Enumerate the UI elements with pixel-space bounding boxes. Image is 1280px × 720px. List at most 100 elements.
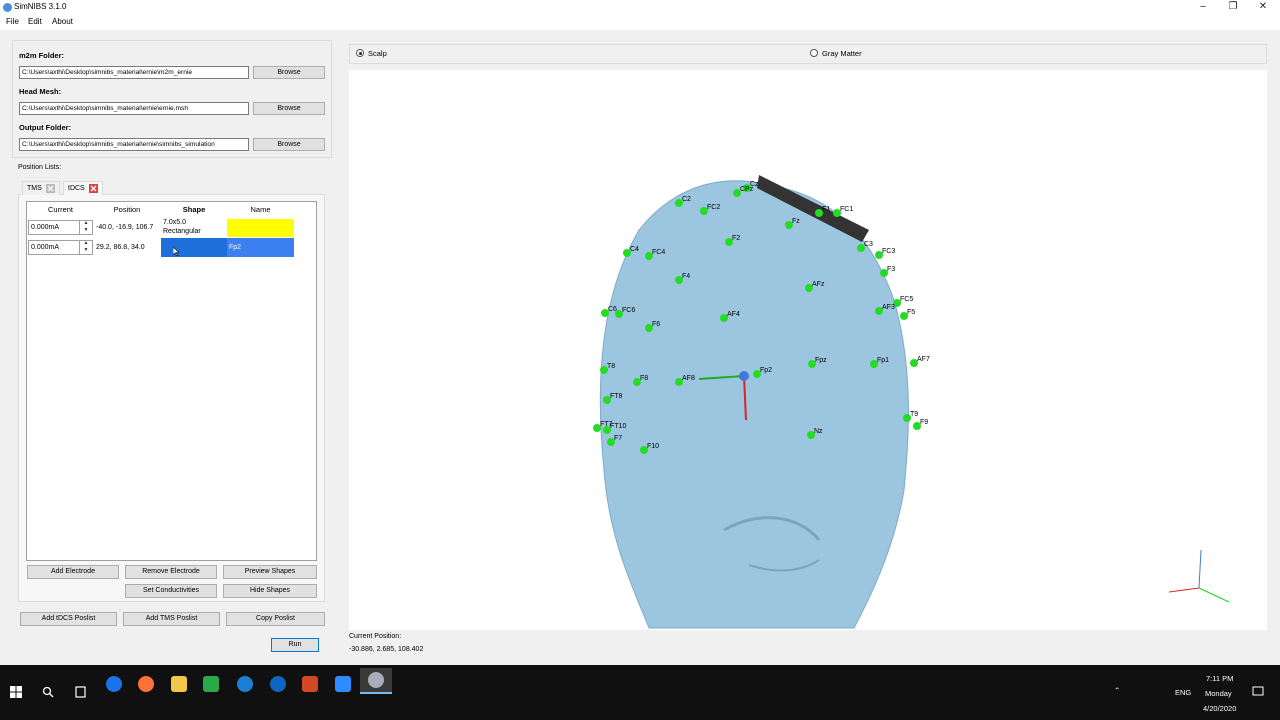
title-bar: SimNIBS 3.1.0 – ❐ ✕ [0, 0, 1280, 15]
file-explorer-icon[interactable] [171, 676, 187, 692]
position-lists-label: Position Lists: [18, 164, 62, 171]
3d-viewport[interactable]: Cz CPz C2 FC2 FC1 Fz C3 FC3 F3 F2 FC4 C4 F4 AFz FC5 F5 A… [349, 70, 1267, 630]
electrode-label-ft8: FT8 [610, 393, 623, 400]
electrode-label-t9: T9 [910, 411, 918, 418]
search-icon[interactable] [42, 686, 54, 698]
app-icon-green[interactable] [203, 676, 219, 692]
start-icon[interactable] [10, 686, 22, 698]
app-icon-1[interactable] [106, 676, 122, 692]
name-cell-selected[interactable]: Fp2 [227, 238, 294, 257]
electrode-label-f9: F9 [920, 419, 928, 426]
tab-tms-label: TMS [27, 185, 42, 192]
electrode-label-c4: C4 [630, 246, 639, 253]
electrode-label-ft10: FT10 [610, 423, 626, 430]
window-title: SimNIBS 3.1.0 [14, 2, 67, 11]
electrode-label-f5: F5 [907, 309, 915, 316]
tab-tdcs-label: tDCS [68, 185, 85, 192]
electrode-label-c6: C6 [608, 306, 617, 313]
electrode-label-fp1: Fp1 [877, 357, 889, 364]
electrode-label-afz: AFz [812, 281, 825, 288]
zoom-icon[interactable] [335, 676, 351, 692]
run-button[interactable]: Run [271, 638, 319, 652]
shape-cell-size[interactable]: 7.0x5.0 [163, 219, 186, 226]
current-position-value: -30.886, 2.685, 108.402 [349, 646, 424, 653]
electrode-label-af8: AF8 [682, 375, 695, 382]
clock-day[interactable]: Monday [1205, 689, 1232, 698]
electrode-label-c3: C3 [864, 241, 873, 248]
tab-tdcs[interactable]: tDCS [63, 181, 103, 195]
clock-date[interactable]: 4/20/2020 [1203, 704, 1236, 713]
current-position-label: Current Position: [349, 633, 402, 640]
name-cell-yellow[interactable] [227, 219, 294, 237]
electrode-label-fc5: FC5 [900, 296, 913, 303]
menu-about[interactable]: About [52, 17, 73, 26]
language-indicator[interactable]: ENG [1175, 688, 1191, 697]
task-view-icon[interactable] [74, 686, 87, 698]
m2m-browse-button[interactable]: Browse [253, 66, 325, 79]
minimize-button[interactable]: – [1188, 0, 1218, 15]
current-stepper[interactable]: ▲ ▼ [79, 240, 92, 255]
preview-shapes-button[interactable]: Preview Shapes [223, 565, 317, 579]
electrode-label-f1: F1 [822, 206, 830, 213]
electrode-label-ft7: FT7 [600, 421, 613, 428]
m2m-folder-input[interactable]: C:\Users\axthi\Desktop\simnibs_material\… [19, 66, 249, 79]
electrode-label-c2: C2 [682, 196, 691, 203]
column-header-shape: Shape [182, 205, 206, 214]
clock-time[interactable]: 7:11 PM [1206, 674, 1233, 683]
add-electrode-button[interactable]: Add Electrode [27, 565, 119, 579]
firefox-icon[interactable] [138, 676, 154, 692]
maximize-button[interactable]: ❐ [1218, 0, 1248, 15]
scalp-label: Scalp [368, 49, 387, 58]
head-mesh-label: Head Mesh: [19, 87, 62, 96]
electrode-label-fc6: FC6 [622, 307, 635, 314]
position-cell[interactable]: 29.2, 86.8, 34.0 [96, 244, 145, 251]
gray-matter-radio[interactable] [810, 49, 818, 57]
ie-icon[interactable] [270, 676, 286, 692]
powerpoint-icon[interactable] [302, 676, 318, 692]
notifications-icon[interactable] [1252, 686, 1264, 698]
electrode-label-f7: F7 [614, 435, 622, 442]
electrode-markers-layer[interactable]: CzCPzC2FC2 FC1FzC3FC3F3F2FC4C4F4AFzFC5F5A… [349, 70, 1267, 630]
position-cell[interactable]: -40.0, -16.9, 106.7 [96, 224, 153, 231]
edge-icon[interactable] [237, 676, 253, 692]
electrode-label-f4: F4 [682, 273, 690, 280]
electrode-label-fc1: FC1 [840, 206, 853, 213]
set-conductivities-button[interactable]: Set Conductivities [125, 584, 217, 598]
electrode-label-t8: T8 [607, 363, 615, 370]
electrode-label-fp2: Fp2 [760, 367, 772, 374]
column-header-name: Name [250, 205, 271, 214]
remove-electrode-button[interactable]: Remove Electrode [125, 565, 217, 579]
add-tdcs-poslist-button[interactable]: Add tDCS Poslist [20, 612, 117, 626]
hide-shapes-button[interactable]: Hide Shapes [223, 584, 317, 598]
head-mesh-input[interactable]: C:\Users\axthi\Desktop\simnibs_material\… [19, 102, 249, 115]
menu-edit[interactable]: Edit [28, 17, 42, 26]
close-button[interactable]: ✕ [1248, 0, 1278, 15]
output-folder-input[interactable]: C:\Users\axthi\Desktop\simnibs_material\… [19, 138, 249, 151]
electrode-label-af7: AF7 [917, 356, 930, 363]
add-tms-poslist-button[interactable]: Add TMS Poslist [123, 612, 220, 626]
electrode-label-f8: F8 [640, 375, 648, 382]
tab-close-icon[interactable] [88, 183, 98, 193]
shape-cell-selected[interactable] [161, 238, 227, 257]
current-stepper[interactable]: ▲ ▼ [79, 220, 92, 235]
column-header-current: Current [47, 205, 73, 214]
menu-file[interactable]: File [6, 17, 19, 26]
mouse-cursor-icon [173, 247, 179, 256]
tab-close-icon[interactable] [45, 183, 55, 193]
simnibs-icon [368, 672, 384, 688]
view-selector-panel [349, 44, 1267, 64]
m2m-folder-label: m2m Folder: [19, 51, 65, 60]
column-header-position: Position [113, 205, 141, 214]
shape-cell-type[interactable]: Rectangular [163, 228, 201, 235]
electrode-label-cpz: CPz [740, 186, 754, 193]
tab-tms[interactable]: TMS [22, 181, 60, 195]
copy-poslist-button[interactable]: Copy Poslist [226, 612, 325, 626]
scalp-radio[interactable] [356, 49, 364, 57]
output-browse-button[interactable]: Browse [253, 138, 325, 151]
taskbar [0, 665, 1280, 720]
gray-matter-label: Gray Matter [822, 49, 862, 58]
head-mesh-browse-button[interactable]: Browse [253, 102, 325, 115]
electrode-label-af4: AF4 [727, 311, 740, 318]
tray-chevron-icon[interactable]: ⌃ [1114, 686, 1120, 695]
electrode-label-af3: AF3 [882, 304, 895, 311]
